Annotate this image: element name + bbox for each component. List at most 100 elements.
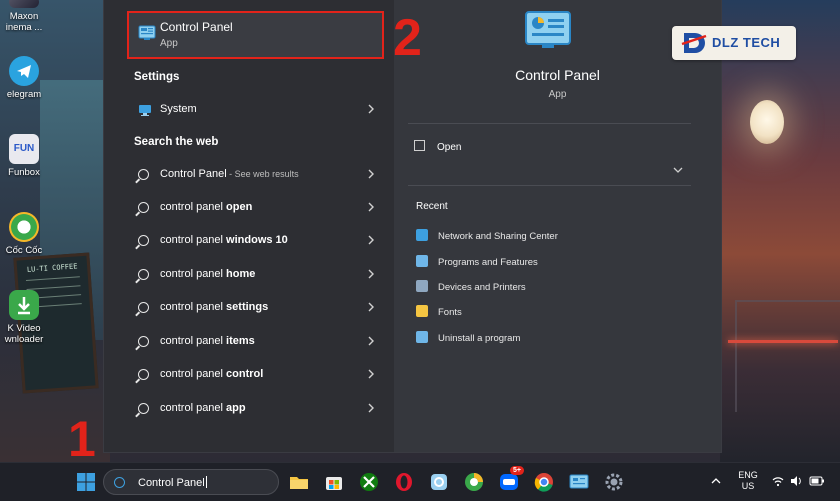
search-icon — [138, 269, 152, 283]
web-search-suggestion[interactable]: control panel control — [128, 360, 383, 390]
recent-item-label: Devices and Printers — [438, 282, 526, 293]
taskbar-search-input[interactable]: Control Panel — [103, 469, 279, 495]
zalo-icon[interactable]: 5+ — [499, 466, 524, 492]
wallpaper-right-scene — [720, 0, 840, 462]
coccoc-taskbar-icon[interactable] — [464, 472, 484, 492]
recent-item-icon — [416, 331, 428, 343]
chevron-up-icon[interactable] — [711, 477, 721, 485]
desktop-icon-label: elegram — [6, 89, 42, 100]
suggestion-prefix: Control Panel — [160, 168, 227, 180]
microsoft-store-icon[interactable] — [324, 472, 344, 492]
open-icon — [414, 140, 425, 151]
file-explorer-icon[interactable] — [289, 472, 309, 492]
xbox-icon[interactable] — [359, 472, 379, 492]
web-search-suggestion[interactable]: control panel open — [128, 193, 383, 223]
chevron-right-icon — [368, 403, 374, 413]
coccoc-icon — [9, 212, 39, 242]
settings-section-header: Settings — [134, 71, 180, 83]
search-icon — [114, 477, 125, 488]
control-panel-taskbar-icon[interactable] — [569, 472, 589, 492]
desktop-icon-label: Funbox — [8, 167, 40, 178]
recent-item-icon — [416, 280, 428, 292]
recent-item-icon — [416, 229, 428, 241]
search-icon — [138, 169, 152, 183]
language-indicator[interactable]: ENG US — [734, 470, 762, 492]
search-icon — [138, 235, 152, 249]
system-icon — [139, 105, 151, 116]
settings-item-system[interactable]: System — [128, 95, 383, 125]
start-search-panel: Control Panel App Settings System Search… — [104, 0, 721, 452]
search-icon — [138, 202, 152, 216]
recent-item-label: Network and Sharing Center — [438, 231, 558, 242]
detail-divider — [408, 185, 691, 186]
annotation-step2-number: 2 — [393, 9, 422, 67]
detail-divider — [408, 123, 691, 124]
region-code: US — [741, 481, 755, 491]
battery-icon[interactable] — [809, 475, 825, 487]
desktop-icon-label: wnloader — [4, 334, 44, 345]
opera-icon[interactable] — [394, 472, 414, 492]
desktop-icon-maxon[interactable]: Maxon inema ... — [0, 0, 48, 33]
brand-text: DLZ TECH — [712, 35, 781, 50]
web-search-suggestion[interactable]: Control Panel - See web results — [128, 160, 383, 190]
recent-item-label: Fonts — [438, 307, 462, 318]
chevron-right-icon — [368, 336, 374, 346]
recent-item[interactable]: Programs and Features — [416, 255, 538, 268]
suggestion-prefix: control panel — [160, 268, 227, 280]
suggestion-prefix: control panel — [160, 402, 227, 414]
maxon-icon — [9, 0, 39, 8]
search-icon — [138, 369, 152, 383]
web-search-suggestion[interactable]: control panel settings — [128, 293, 383, 323]
search-input-value: Control Panel — [138, 477, 205, 489]
recent-item-icon — [416, 255, 428, 267]
text-caret — [205, 476, 207, 488]
recent-item[interactable]: Uninstall a program — [416, 331, 520, 344]
desktop-icon-label: Cốc Cốc — [5, 245, 43, 256]
windows-start-icon[interactable] — [76, 472, 96, 492]
settings-gear-icon[interactable] — [604, 472, 624, 492]
brand-logo-icon — [681, 33, 707, 53]
chrome-icon[interactable] — [534, 472, 554, 492]
desktop-icon-coccoc[interactable]: Cốc Cốc — [0, 212, 48, 256]
suggestion-prefix: control panel — [160, 201, 227, 213]
chevron-down-icon[interactable] — [672, 166, 684, 174]
suggestion-prefix: control panel — [160, 335, 227, 347]
web-search-suggestion[interactable]: control panel windows 10 — [128, 226, 383, 256]
open-action[interactable]: Open — [414, 140, 461, 153]
suggestion-prefix: control panel — [160, 234, 227, 246]
wallpaper-neon — [728, 340, 838, 343]
web-search-suggestion[interactable]: control panel app — [128, 394, 383, 424]
web-suggestion-text: control panel control — [160, 368, 263, 380]
recent-item[interactable]: Network and Sharing Center — [416, 229, 558, 242]
zalo-badge: 5+ — [510, 466, 524, 475]
recent-item[interactable]: Fonts — [416, 305, 462, 318]
snipping-tool-icon[interactable] — [429, 472, 449, 492]
desktop-icon-funbox[interactable]: FUN Funbox — [0, 134, 48, 178]
web-suggestion-text: control panel settings — [160, 301, 268, 313]
suggestion-bold: home — [226, 268, 256, 280]
wifi-icon[interactable] — [772, 475, 784, 487]
funbox-icon: FUN — [9, 134, 39, 164]
volume-icon[interactable] — [790, 475, 803, 487]
desktop-icon-video-downloader[interactable]: K Video wnloader — [0, 290, 48, 345]
web-search-suggestion[interactable]: control panel home — [128, 260, 383, 290]
chevron-right-icon — [368, 269, 374, 279]
detail-title: Control Panel — [515, 67, 600, 83]
desktop-icon-telegram[interactable]: elegram — [0, 56, 48, 100]
suggestion-suffix: - See web results — [226, 169, 299, 179]
wallpaper-railing — [735, 300, 840, 412]
chevron-right-icon — [368, 202, 374, 212]
suggestion-bold: app — [226, 402, 246, 414]
annotation-box-step2 — [127, 11, 384, 59]
suggestion-bold: windows 10 — [226, 234, 288, 246]
recent-item[interactable]: Devices and Printers — [416, 280, 526, 293]
chalkboard-text: LU-TI COFFEE — [26, 262, 78, 274]
chevron-right-icon — [368, 369, 374, 379]
language-code: ENG — [738, 470, 758, 480]
web-search-suggestion[interactable]: control panel items — [128, 327, 383, 357]
chevron-right-icon — [368, 104, 374, 114]
suggestion-bold: control — [226, 368, 264, 380]
web-suggestion-text: control panel app — [160, 402, 246, 414]
chevron-right-icon — [368, 235, 374, 245]
recent-header: Recent — [416, 201, 448, 212]
